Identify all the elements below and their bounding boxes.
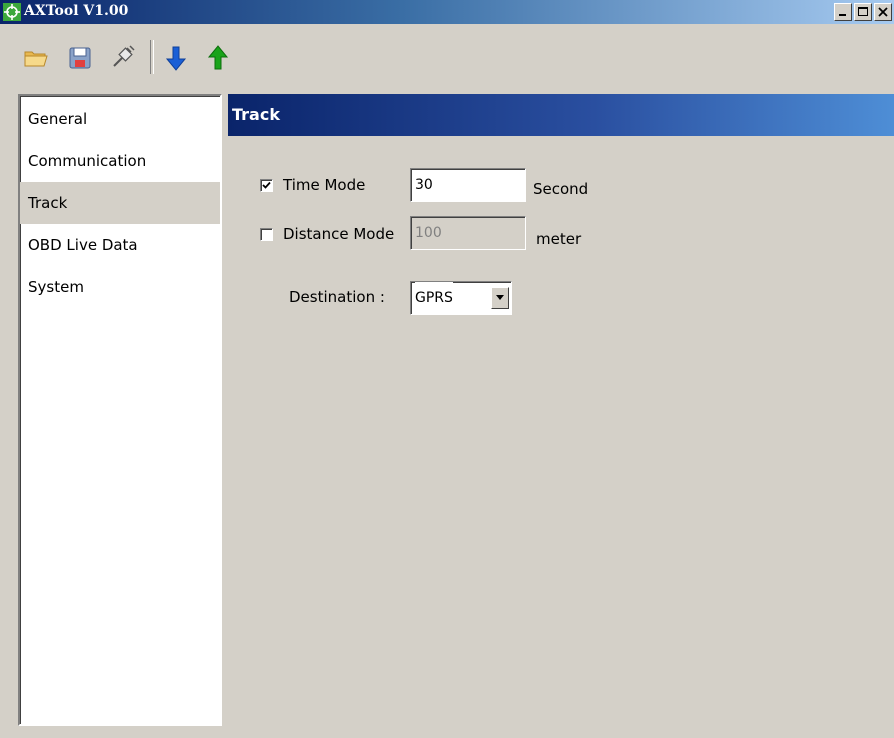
sidebar-item-label: System	[28, 278, 84, 296]
maximize-icon	[858, 7, 868, 16]
minimize-button[interactable]	[834, 3, 852, 21]
save-button[interactable]	[66, 44, 94, 72]
connect-plug-icon	[113, 45, 135, 67]
title-bar[interactable]: AXTool V1.00	[0, 0, 894, 24]
window-controls	[834, 3, 892, 21]
toolbar-separator	[150, 40, 154, 74]
minimize-icon	[839, 14, 846, 16]
toolbar	[0, 24, 894, 84]
destination-selected-value: GPRS	[415, 282, 453, 314]
sidebar-item-label: OBD Live Data	[28, 236, 138, 254]
download-arrow-icon	[165, 46, 187, 71]
upload-button[interactable]	[204, 44, 232, 72]
maximize-button[interactable]	[854, 3, 872, 21]
sidebar-item-general[interactable]: General	[20, 98, 220, 140]
time-mode-checkbox[interactable]	[260, 179, 273, 192]
chevron-down-icon	[496, 295, 504, 300]
panel-title: Track	[232, 105, 280, 124]
sidebar-item-label: Track	[28, 194, 68, 212]
download-button[interactable]	[162, 44, 190, 72]
crosshair-app-icon	[3, 3, 21, 21]
upload-arrow-icon	[207, 45, 229, 70]
distance-mode-label: Distance Mode	[283, 225, 395, 243]
close-icon	[878, 7, 888, 17]
time-mode-unit: Second	[533, 180, 589, 198]
destination-dropdown-button[interactable]	[491, 287, 509, 309]
sidebar-item-track[interactable]: Track	[20, 182, 220, 224]
sidebar-item-label: General	[28, 110, 88, 128]
destination-label: Destination :	[289, 288, 385, 306]
distance-mode-input[interactable]	[410, 216, 526, 250]
connect-button[interactable]	[108, 44, 136, 72]
main-window: AXTool V1.00 General Communication Track…	[0, 0, 894, 738]
settings-category-list[interactable]: General Communication Track OBD Live Dat…	[18, 94, 222, 726]
distance-mode-checkbox[interactable]	[260, 228, 273, 241]
window-title: AXTool V1.00	[24, 3, 129, 19]
panel-header: Track	[228, 94, 894, 136]
sidebar-item-obd-live-data[interactable]: OBD Live Data	[20, 224, 220, 266]
sidebar-item-communication[interactable]: Communication	[20, 140, 220, 182]
open-folder-icon	[24, 51, 48, 67]
sidebar-item-system[interactable]: System	[20, 266, 220, 308]
close-button[interactable]	[874, 3, 892, 21]
checkmark-icon	[262, 181, 271, 189]
destination-select[interactable]: GPRS	[410, 281, 512, 315]
time-mode-label: Time Mode	[283, 176, 366, 194]
save-disk-icon	[69, 47, 91, 69]
distance-mode-unit: meter	[536, 230, 582, 248]
sidebar-item-label: Communication	[28, 152, 147, 170]
open-button[interactable]	[22, 44, 50, 72]
time-mode-input[interactable]	[410, 168, 526, 202]
